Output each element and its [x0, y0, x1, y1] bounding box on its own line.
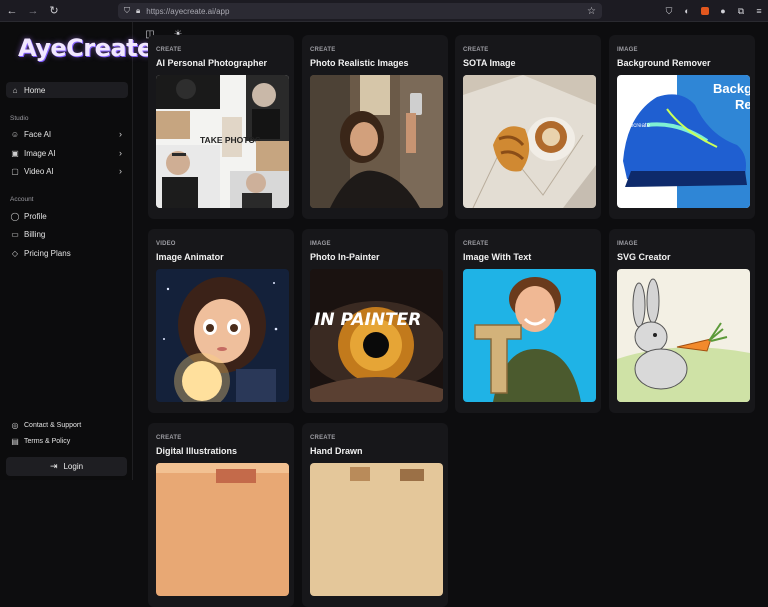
card-svg-creator[interactable]: IMAGE SVG Creator — [609, 229, 755, 413]
card-category: CREATE — [156, 47, 182, 53]
card-category: VIDEO — [156, 241, 176, 247]
card-thumbnail — [463, 269, 596, 402]
card-thumbnail: TAKE PHOTOS — [156, 75, 289, 208]
card-digital-illustrations[interactable]: CREATE Digital Illustrations — [148, 423, 294, 607]
sidebar-item-profile[interactable]: ◯ Profile — [6, 208, 128, 224]
lock-icon[interactable]: 🔒︎ — [136, 6, 140, 16]
card-title: SVG Creator — [617, 252, 671, 262]
card-thumbnail: IN PAINTER — [310, 269, 443, 402]
sidebar-item-label: Video AI — [24, 166, 54, 176]
image-icon: ▣ — [11, 148, 19, 158]
sidebar: AyeCreate ⌂ Home Studio ☺ Face AI › ▣ Im… — [0, 22, 153, 480]
card-category: IMAGE — [617, 241, 638, 247]
card-thumbnail — [156, 269, 289, 402]
card-title: Digital Illustrations — [156, 446, 238, 456]
sidebar-item-label: Face AI — [24, 129, 52, 139]
login-icon: ⇥ — [49, 461, 58, 471]
card-title: Image Animator — [156, 252, 224, 262]
sidebar-item-label: Contact & Support — [24, 421, 82, 429]
extension-icon[interactable]: ◐ — [680, 4, 694, 18]
card-title: AI Personal Photographer — [156, 58, 268, 68]
card-image-animator[interactable]: VIDEO Image Animator — [148, 229, 294, 413]
card-image-with-text[interactable]: CREATE Image With Text — [455, 229, 601, 413]
card-photo-realistic-images[interactable]: CREATE Photo Realistic Images — [302, 35, 448, 219]
chevron-right-icon: › — [119, 129, 122, 139]
thumb-text: Re — [735, 97, 750, 112]
sidebar-item-pricing-plans[interactable]: ◇ Pricing Plans — [6, 245, 128, 261]
sidebar-item-label: Pricing Plans — [24, 248, 71, 258]
address-bar[interactable]: ⛉ 🔒︎ https://ayecreate.ai/app ☆ — [118, 3, 602, 19]
login-button[interactable]: ⇥ Login — [6, 457, 127, 476]
card-title: Photo In-Painter — [310, 252, 380, 262]
card-category: CREATE — [310, 435, 336, 441]
card-category: CREATE — [463, 47, 489, 53]
sidebar-item-contact-support[interactable]: ◎ Contact & Support — [6, 417, 128, 433]
app-logo[interactable]: AyeCreate — [18, 34, 153, 62]
sidebar-item-home[interactable]: ⌂ Home — [6, 82, 128, 98]
support-icon: ◎ — [11, 420, 19, 430]
shield-icon[interactable]: ⛉ — [124, 6, 130, 16]
thumb-text: Backg — [713, 81, 750, 96]
card-thumbnail — [310, 463, 443, 596]
sidebar-item-label: Billing — [24, 229, 46, 239]
card-category: CREATE — [463, 241, 489, 247]
chevron-right-icon: › — [119, 148, 122, 158]
card-thumbnail — [310, 75, 443, 208]
thumb-text: TAKE PHOTOS — [200, 135, 261, 145]
forward-icon[interactable]: → — [24, 2, 42, 20]
user-icon: ◯ — [10, 211, 20, 221]
extension-icon[interactable]: ● — [716, 4, 730, 18]
sidebar-item-label: Terms & Policy — [24, 437, 71, 445]
login-label: Login — [63, 462, 84, 471]
card-thumbnail — [463, 75, 596, 208]
credit-card-icon: ▭ — [11, 229, 19, 239]
card-sota-image[interactable]: CREATE SOTA Image — [455, 35, 601, 219]
card-title: Photo Realistic Images — [310, 58, 409, 68]
url-text: https://ayecreate.ai/app — [146, 6, 230, 16]
card-ai-personal-photographer[interactable]: CREATE AI Personal Photographer TAKE PHO… — [148, 35, 294, 219]
reload-icon[interactable]: ↻ — [45, 2, 63, 20]
sidebar-item-label: Image AI — [24, 148, 56, 158]
menu-icon[interactable]: ≡ — [752, 4, 766, 18]
card-category: CREATE — [310, 47, 336, 53]
sidebar-item-billing[interactable]: ▭ Billing — [6, 226, 128, 242]
sidebar-item-video-ai[interactable]: ▢ Video AI › — [6, 163, 128, 179]
card-photo-in-painter[interactable]: IMAGE Photo In-Painter IN PAINTER — [302, 229, 448, 413]
card-thumbnail — [617, 269, 750, 402]
document-icon: ▤ — [11, 436, 19, 446]
face-icon: ☺ — [10, 129, 20, 139]
back-icon[interactable]: ← — [3, 2, 21, 20]
bookmark-star-icon[interactable]: ☆ — [587, 6, 596, 17]
sidebar-item-terms-policy[interactable]: ▤ Terms & Policy — [6, 433, 128, 449]
home-icon: ⌂ — [12, 85, 18, 95]
thumb-text: IN PAINTER — [314, 310, 421, 330]
sidebar-item-image-ai[interactable]: ▣ Image AI › — [6, 145, 128, 161]
card-category: IMAGE — [310, 241, 331, 247]
sidebar-item-label: Home — [24, 85, 46, 95]
tag-icon: ◇ — [11, 248, 19, 258]
card-thumbnail — [156, 463, 289, 596]
card-title: Background Remover — [617, 58, 711, 68]
card-thumbnail: Backg Re Ayecreate — [617, 75, 750, 208]
sidebar-section-account: Account — [10, 196, 34, 203]
card-title: SOTA Image — [463, 58, 516, 68]
pocket-icon[interactable]: ⛉ — [662, 4, 676, 18]
card-title: Hand Drawn — [310, 446, 363, 456]
extension-icon[interactable] — [698, 4, 712, 18]
sidebar-item-label: Profile — [24, 211, 47, 221]
sidebar-item-face-ai[interactable]: ☺ Face AI › — [6, 126, 128, 142]
extensions-puzzle-icon[interactable]: ⧉ — [734, 4, 748, 18]
card-category: CREATE — [156, 435, 182, 441]
chevron-right-icon: › — [119, 166, 122, 176]
card-title: Image With Text — [463, 252, 532, 262]
thumb-brand: Ayecreate — [623, 123, 651, 129]
card-background-remover[interactable]: IMAGE Background Remover Backg Re Ayecre… — [609, 35, 755, 219]
card-hand-drawn[interactable]: CREATE Hand Drawn — [302, 423, 448, 607]
browser-toolbar: ← → ↻ ⛉ 🔒︎ https://ayecreate.ai/app ☆ ⛉ … — [0, 0, 768, 22]
card-category: IMAGE — [617, 47, 638, 53]
sidebar-section-studio: Studio — [10, 115, 29, 122]
video-icon: ▢ — [11, 166, 19, 176]
